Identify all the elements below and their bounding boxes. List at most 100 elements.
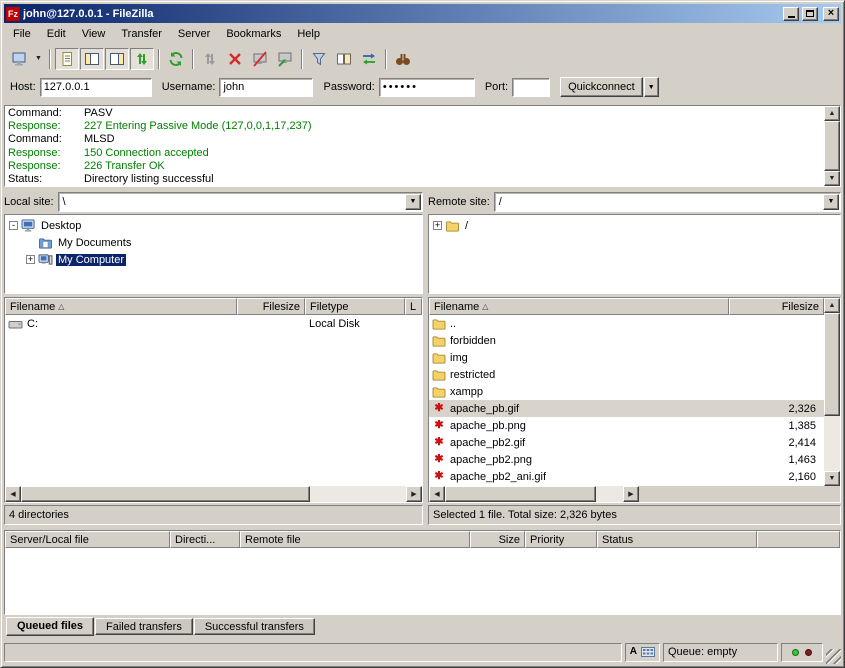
keypad-icon[interactable] xyxy=(641,647,655,657)
column-header-filename[interactable]: Filename△ xyxy=(429,298,729,315)
close-button[interactable]: × xyxy=(823,7,839,21)
minimize-button[interactable] xyxy=(783,7,799,21)
file-row[interactable]: xampp xyxy=(429,383,824,400)
quickconnect-dropdown-button[interactable]: ▼ xyxy=(644,77,659,97)
find-files-button[interactable] xyxy=(391,48,415,70)
queue-status-text: Queue: empty xyxy=(668,646,737,658)
scrollbar-thumb[interactable] xyxy=(824,313,840,416)
queue-list-area[interactable] xyxy=(5,548,840,614)
message-log-toggle-button[interactable] xyxy=(55,48,79,70)
toolbar-separator xyxy=(49,49,51,69)
scroll-left-icon[interactable]: ◀ xyxy=(5,486,21,502)
column-header-size[interactable]: Size xyxy=(470,531,525,548)
scroll-up-icon[interactable]: ▲ xyxy=(824,106,840,121)
collapse-icon[interactable]: - xyxy=(9,221,18,230)
scroll-up-icon[interactable]: ▲ xyxy=(824,298,840,313)
maximize-button[interactable] xyxy=(802,7,818,21)
local-status-bar: 4 directories xyxy=(4,505,423,525)
maximize-icon xyxy=(806,10,814,17)
menu-transfer[interactable]: Transfer xyxy=(113,25,170,43)
column-header-server-local-file[interactable]: Server/Local file xyxy=(5,531,170,548)
remote-list-rows[interactable]: .. forbidden img restricted xyxy=(429,315,824,486)
tab-failed-transfers[interactable]: Failed transfers xyxy=(95,618,193,635)
tree-item-my-computer[interactable]: + My Computer xyxy=(23,251,421,268)
transfer-type-icon[interactable]: A xyxy=(630,647,637,657)
column-header-lastmodified[interactable]: L xyxy=(405,298,422,315)
queue-toggle-button[interactable] xyxy=(130,48,154,70)
tree-item-root[interactable]: + / xyxy=(430,217,839,234)
remote-vertical-scrollbar[interactable]: ▲ ▼ xyxy=(824,298,840,486)
menu-bookmarks[interactable]: Bookmarks xyxy=(218,25,289,43)
column-header-filetype[interactable]: Filetype xyxy=(305,298,405,315)
menu-help[interactable]: Help xyxy=(289,25,328,43)
file-row[interactable]: restricted xyxy=(429,366,824,383)
menu-edit[interactable]: Edit xyxy=(39,25,74,43)
cancel-button[interactable] xyxy=(223,48,247,70)
sort-ascending-icon: △ xyxy=(58,302,64,311)
column-header-filename[interactable]: Filename△ xyxy=(5,298,237,315)
column-header-filesize[interactable]: Filesize xyxy=(729,298,824,315)
local-tree[interactable]: - Desktop My Documents + My Computer xyxy=(4,214,423,294)
file-row[interactable]: forbidden xyxy=(429,332,824,349)
column-header-status[interactable]: Status xyxy=(597,531,757,548)
file-row[interactable]: ✱apache_pb2.gif 2,414 xyxy=(429,434,824,451)
file-row[interactable]: .. xyxy=(429,315,824,332)
username-input[interactable] xyxy=(219,78,313,97)
remote-site-combobox[interactable]: / ▼ xyxy=(494,192,841,212)
local-site-combobox[interactable]: \ ▼ xyxy=(58,192,423,212)
disconnect-button[interactable] xyxy=(248,48,272,70)
quickconnect-button[interactable]: Quickconnect xyxy=(560,77,643,97)
password-input[interactable] xyxy=(379,78,475,97)
chevron-down-icon[interactable]: ▼ xyxy=(405,194,421,210)
file-row[interactable]: img xyxy=(429,349,824,366)
menu-server[interactable]: Server xyxy=(170,25,218,43)
tree-item-my-documents[interactable]: My Documents xyxy=(23,234,421,251)
host-input[interactable] xyxy=(40,78,152,97)
local-list-rows[interactable]: C: Local Disk xyxy=(5,315,422,486)
reconnect-button[interactable] xyxy=(273,48,297,70)
filter-button[interactable] xyxy=(307,48,331,70)
scrollbar-thumb[interactable] xyxy=(824,121,840,171)
remote-tree-toggle-button[interactable] xyxy=(105,48,129,70)
local-horizontal-scrollbar[interactable]: ◀ ▶ xyxy=(5,486,422,502)
directory-comparison-button[interactable] xyxy=(332,48,356,70)
refresh-button[interactable] xyxy=(164,48,188,70)
menu-file[interactable]: File xyxy=(5,25,39,43)
synchronized-browsing-button[interactable] xyxy=(357,48,381,70)
scroll-down-icon[interactable]: ▼ xyxy=(824,171,840,186)
tab-queued-files[interactable]: Queued files xyxy=(6,617,94,636)
expand-icon[interactable]: + xyxy=(26,255,35,264)
column-header-direction[interactable]: Directi... xyxy=(170,531,240,548)
scroll-left-icon[interactable]: ◀ xyxy=(429,486,445,502)
file-row-selected[interactable]: ✱apache_pb.gif 2,326 xyxy=(429,400,824,417)
scrollbar-thumb[interactable] xyxy=(21,486,310,502)
title-bar[interactable]: Fz john@127.0.0.1 - FileZilla × xyxy=(4,4,841,23)
local-tree-toggle-button[interactable] xyxy=(80,48,104,70)
scroll-right-icon[interactable]: ▶ xyxy=(406,486,422,502)
resize-grip[interactable] xyxy=(826,649,841,664)
tree-item-desktop[interactable]: - Desktop xyxy=(6,217,421,234)
log-vertical-scrollbar[interactable]: ▲ ▼ xyxy=(824,106,840,186)
site-manager-dropdown-button[interactable]: ▼ xyxy=(32,48,45,70)
scrollbar-thumb[interactable] xyxy=(445,486,596,502)
scroll-down-icon[interactable]: ▼ xyxy=(824,471,840,486)
process-queue-button[interactable] xyxy=(198,48,222,70)
filezilla-window: Fz john@127.0.0.1 - FileZilla × File Edi… xyxy=(0,0,845,668)
column-header-remote-file[interactable]: Remote file xyxy=(240,531,470,548)
port-input[interactable] xyxy=(512,78,550,97)
scroll-right-icon[interactable]: ▶ xyxy=(623,486,639,502)
remote-pane: Remote site: / ▼ + / Filename△ Filesize xyxy=(428,191,841,525)
column-header-priority[interactable]: Priority xyxy=(525,531,597,548)
file-row[interactable]: ✱apache_pb2.png 1,463 xyxy=(429,451,824,468)
column-header-filesize[interactable]: Filesize xyxy=(237,298,305,315)
remote-horizontal-scrollbar[interactable]: ◀ ▶ xyxy=(429,486,824,502)
file-row[interactable]: ✱apache_pb2_ani.gif 2,160 xyxy=(429,468,824,485)
file-row[interactable]: ✱apache_pb.png 1,385 xyxy=(429,417,824,434)
expand-icon[interactable]: + xyxy=(433,221,442,230)
chevron-down-icon[interactable]: ▼ xyxy=(823,194,839,210)
remote-tree[interactable]: + / xyxy=(428,214,841,294)
menu-view[interactable]: View xyxy=(74,25,114,43)
tab-successful-transfers[interactable]: Successful transfers xyxy=(194,618,315,635)
file-row-local-disk[interactable]: C: Local Disk xyxy=(5,315,422,332)
site-manager-button[interactable] xyxy=(7,48,31,70)
